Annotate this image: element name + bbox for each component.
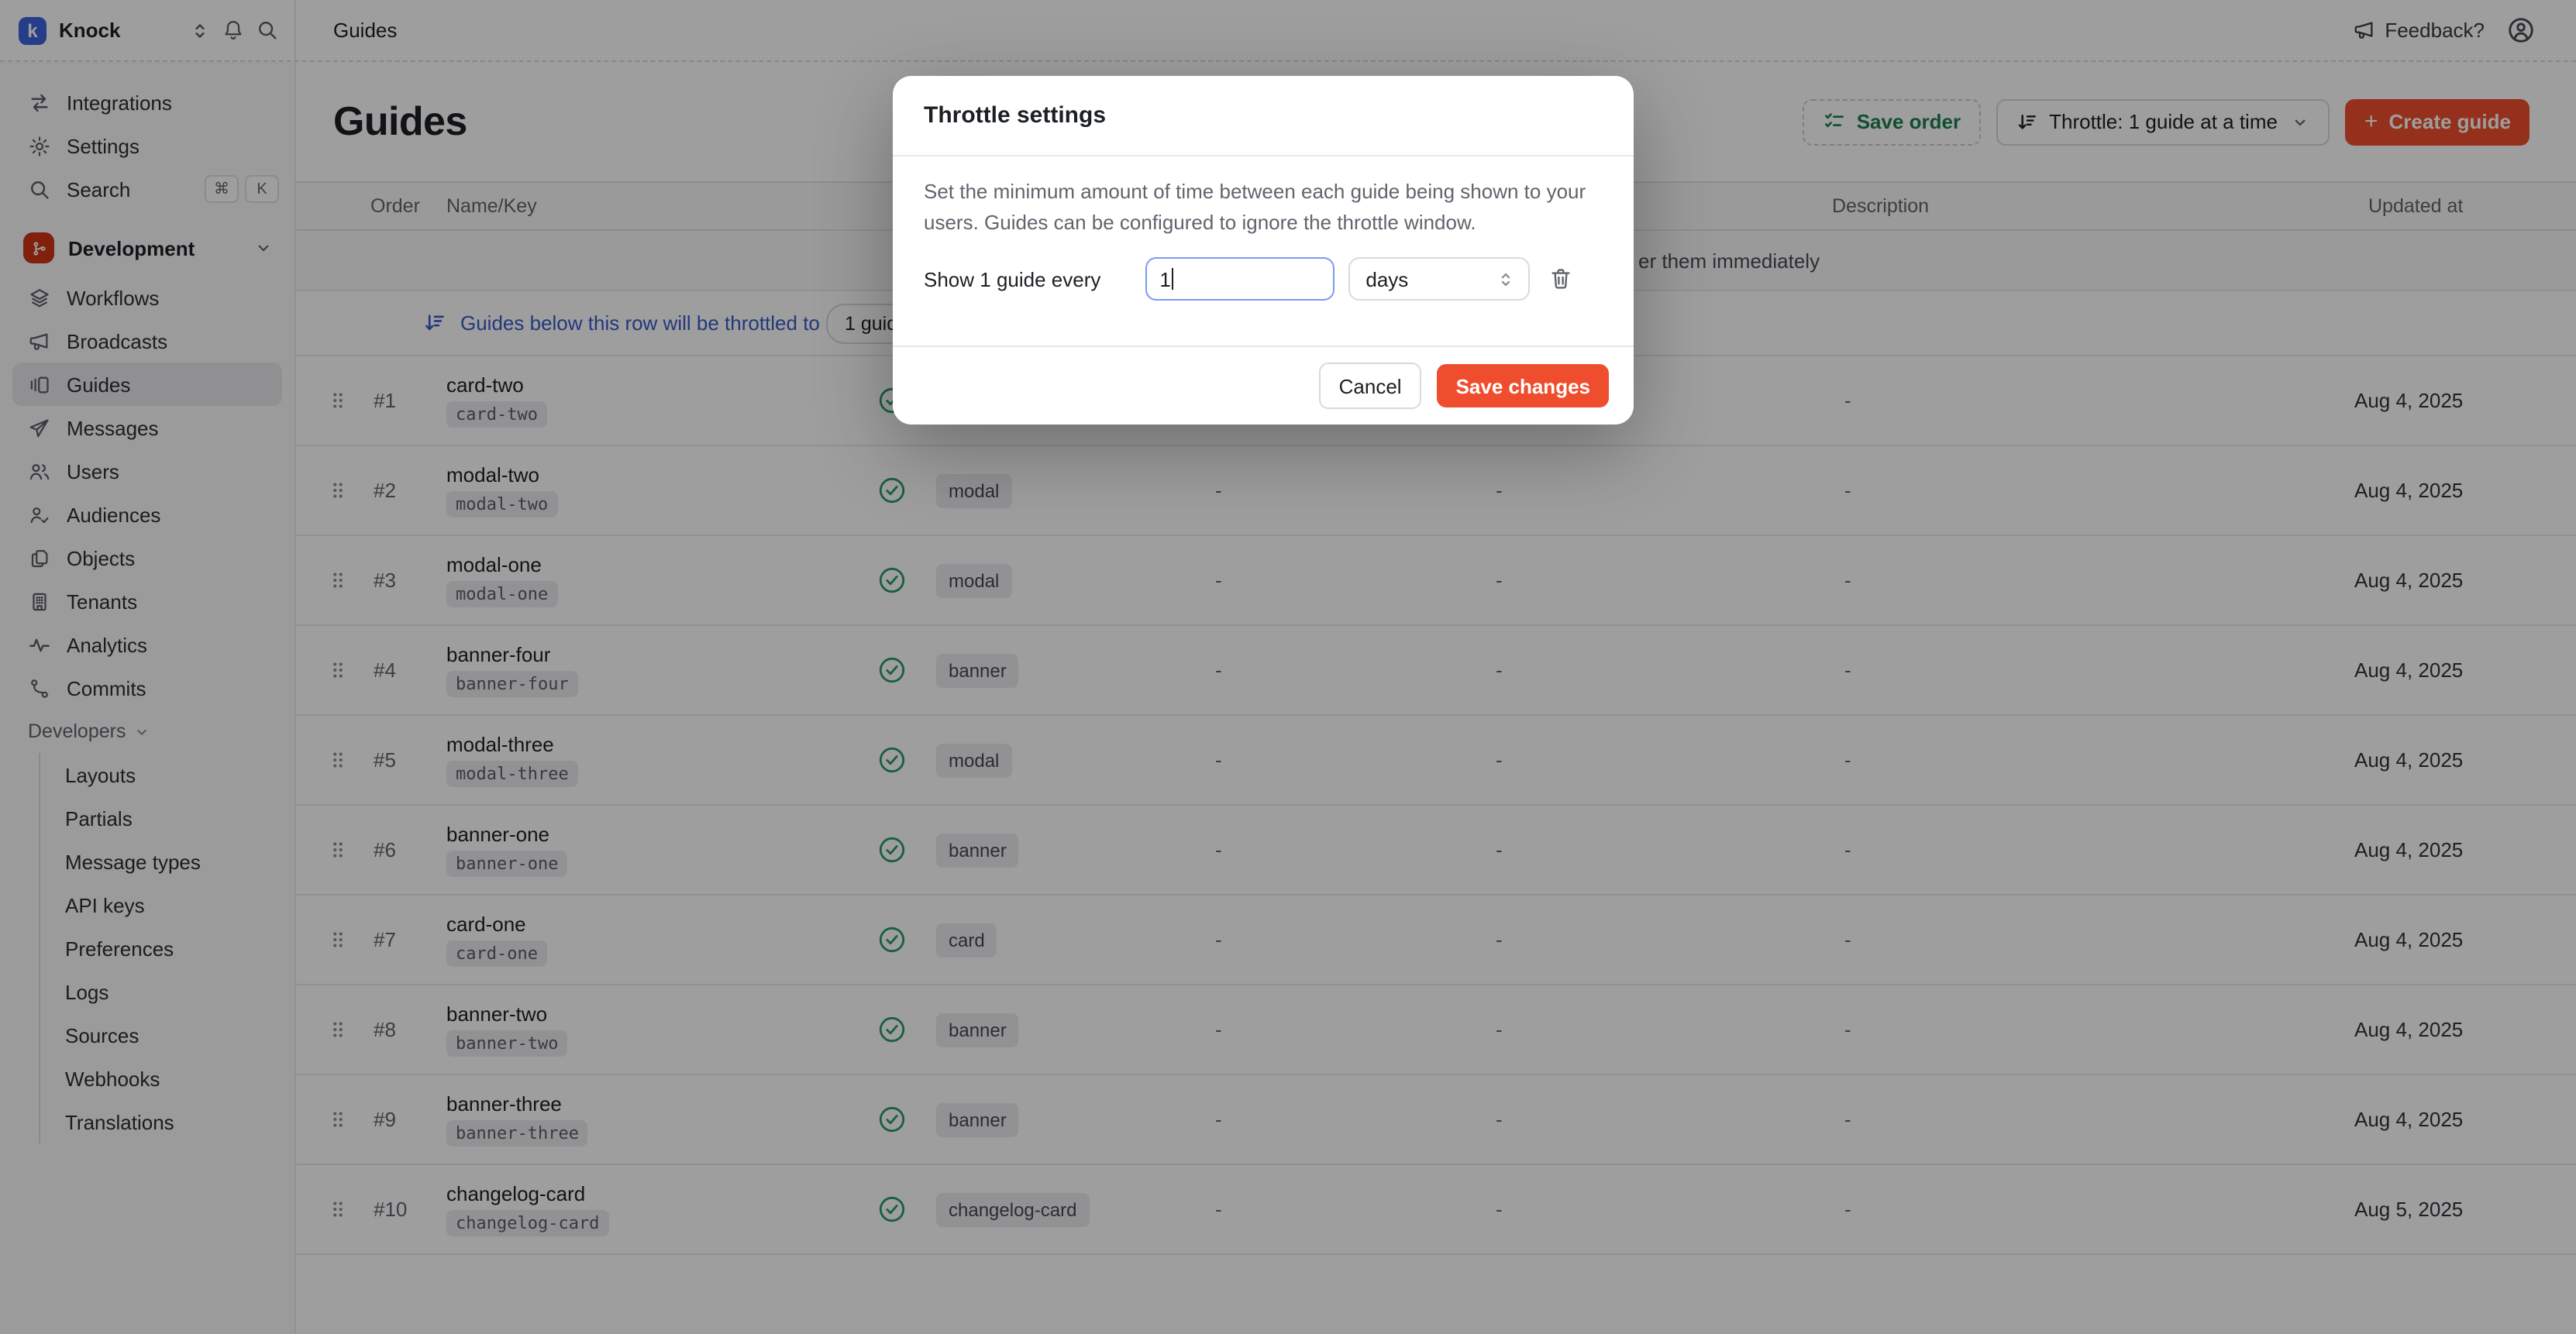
app-root: k Knock Guides Feedback? (0, 0, 2576, 1334)
throttle-form-row: Show 1 guide every 1 days (924, 257, 1603, 301)
throttle-settings-modal: Throttle settings Set the minimum amount… (893, 76, 1634, 425)
interval-value: 1 (1159, 267, 1170, 291)
cancel-button[interactable]: Cancel (1319, 363, 1422, 409)
interval-value-input[interactable]: 1 (1145, 257, 1334, 301)
text-caret (1173, 268, 1174, 290)
save-changes-button[interactable]: Save changes (1438, 364, 1609, 407)
modal-header: Throttle settings (893, 76, 1634, 156)
throttle-row-label: Show 1 guide every (924, 267, 1100, 291)
interval-unit-value: days (1365, 267, 1408, 291)
modal-title: Throttle settings (924, 102, 1106, 129)
chevron-up-down-icon (1496, 269, 1516, 289)
trash-icon[interactable] (1548, 266, 1573, 291)
modal-body: Set the minimum amount of time between e… (893, 156, 1634, 346)
modal-footer: Cancel Save changes (893, 346, 1634, 425)
modal-description: Set the minimum amount of time between e… (924, 177, 1603, 237)
interval-unit-select[interactable]: days (1348, 257, 1530, 301)
